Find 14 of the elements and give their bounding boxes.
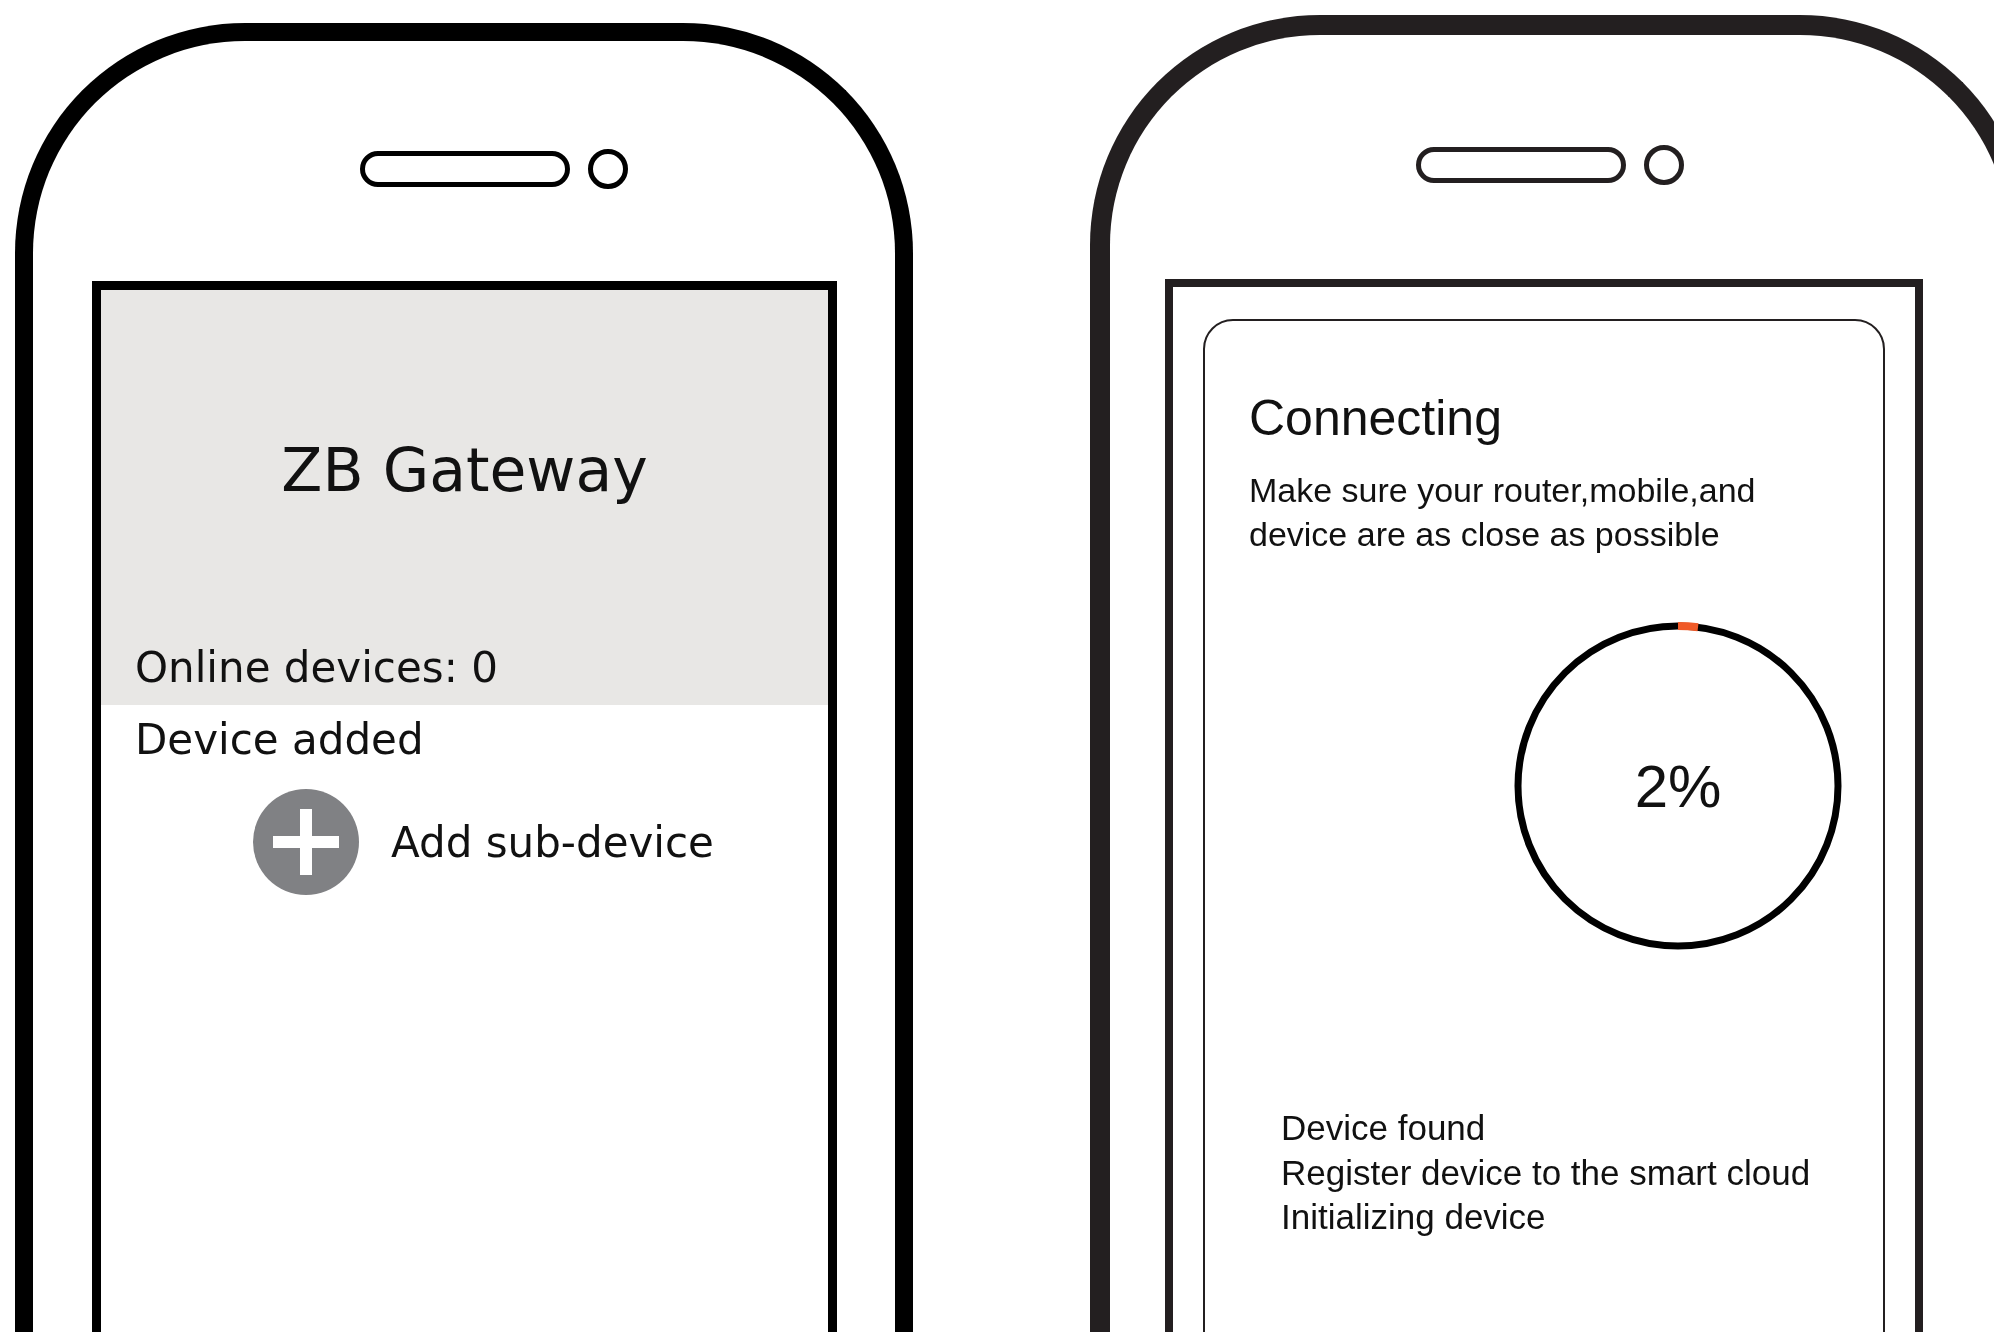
step-label: Device found [1281, 1107, 1487, 1150]
camera-icon [1644, 145, 1684, 185]
section-heading: Device added [134, 714, 425, 766]
dialog-message: Make sure your router,mobile,and device are as close as possible [1249, 470, 1757, 556]
speaker-icon [360, 151, 570, 187]
dialog-title: Connecting [1249, 391, 1503, 446]
online-devices-label: Online devices: 0 [135, 642, 499, 693]
add-sub-device-button[interactable]: Add sub-device [391, 817, 714, 867]
camera-icon [588, 149, 628, 189]
step-label: Register device to the smart cloud [1281, 1151, 1812, 1194]
step-label: Initializing device [1281, 1196, 1547, 1239]
add-icon[interactable] [253, 789, 359, 896]
speaker-icon [1416, 147, 1626, 183]
progress-percent: 2% [1634, 751, 1722, 821]
